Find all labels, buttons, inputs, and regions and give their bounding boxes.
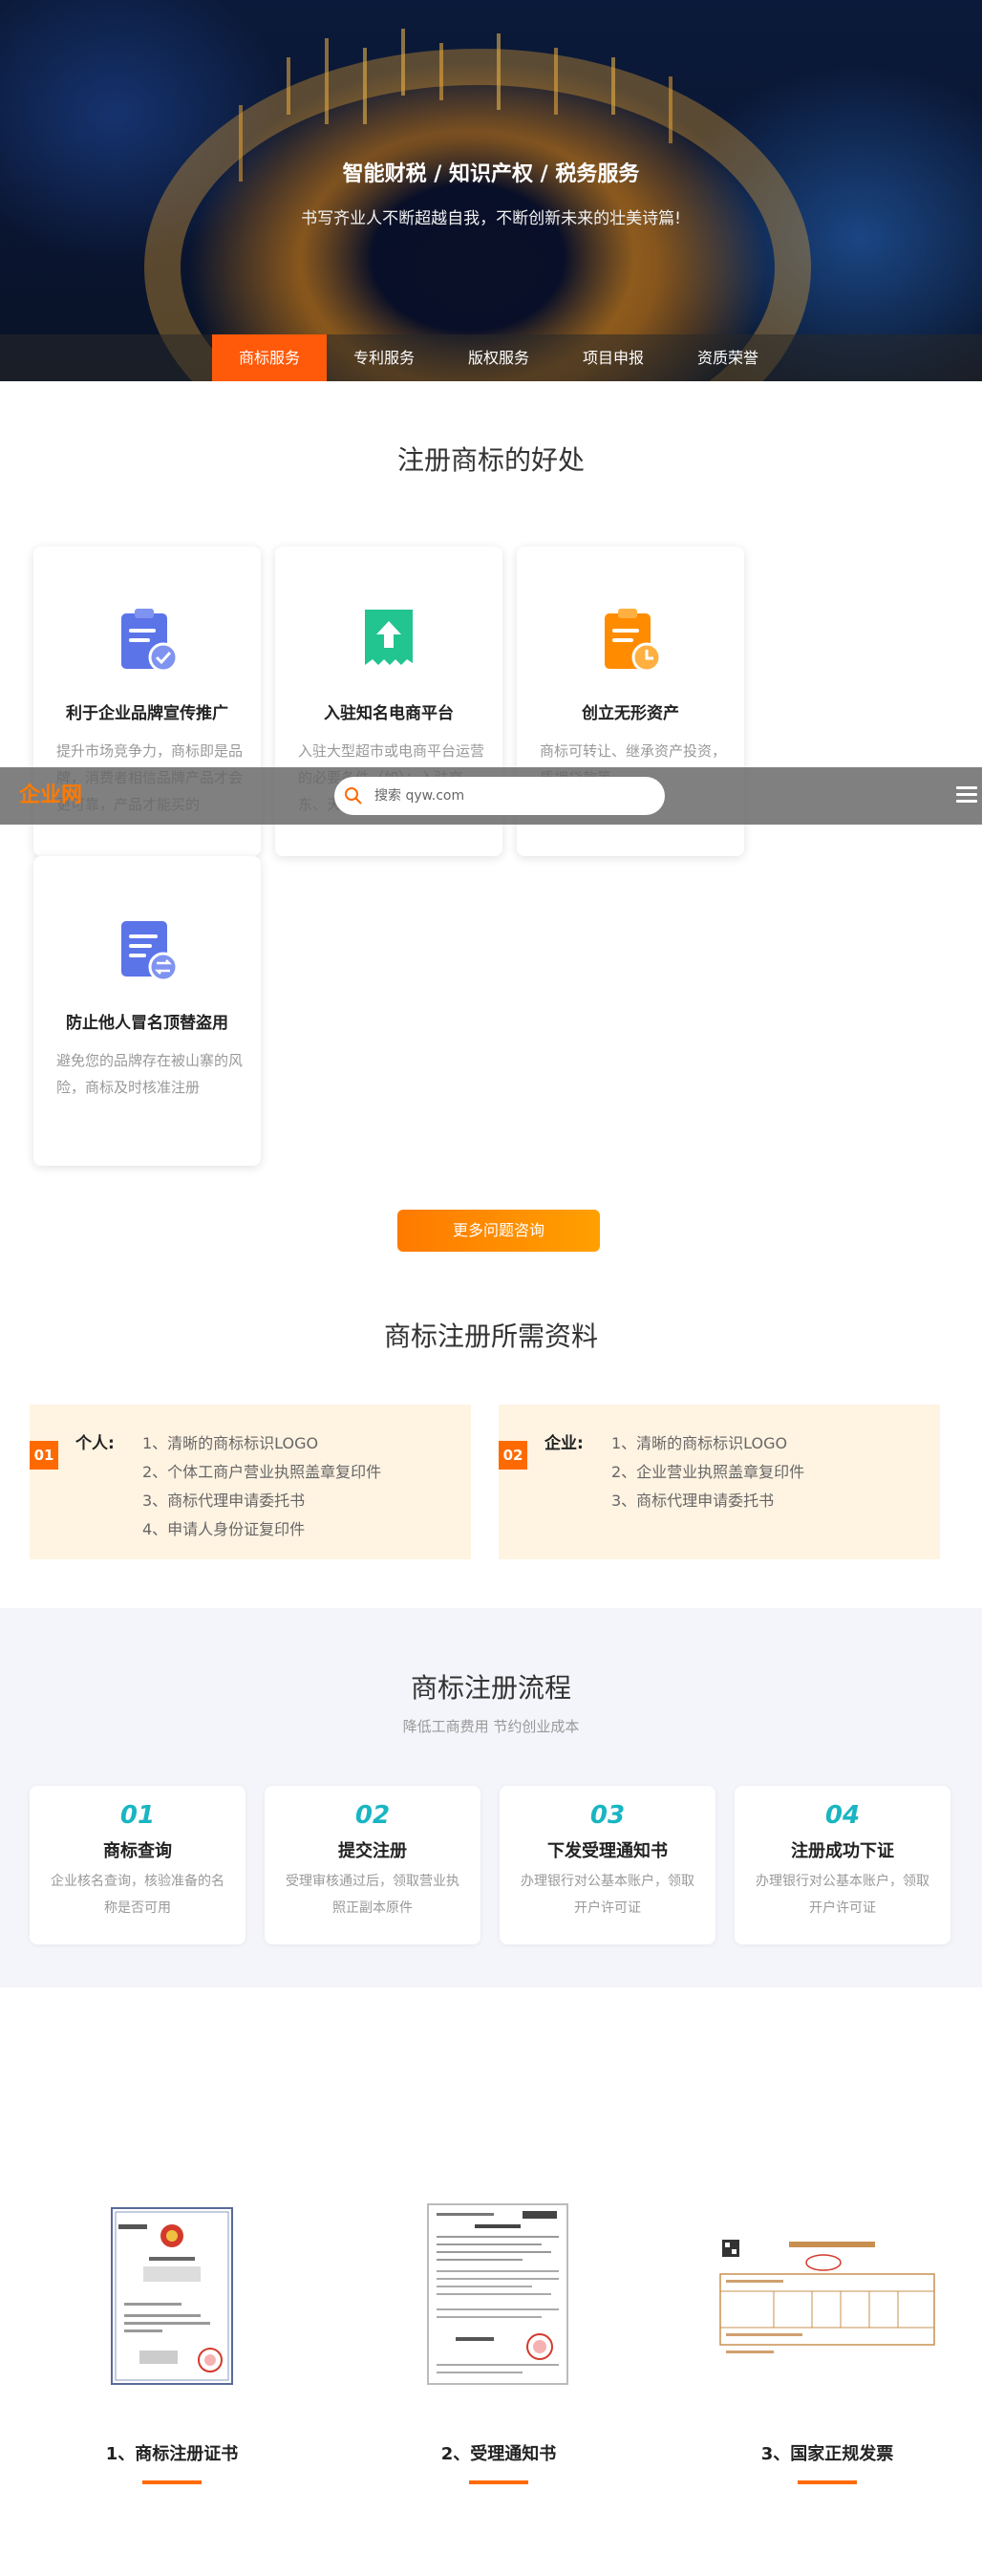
- list-item: 3、商标代理申请委托书: [611, 1492, 775, 1510]
- process-step: 02 提交注册 受理审核通过后，领取营业执照正副本原件: [265, 1786, 480, 1944]
- search-input[interactable]: [374, 777, 651, 815]
- upload-document-icon: [365, 610, 413, 665]
- service-tabs: 商标服务 专利服务 版权服务 项目申报 资质荣誉: [0, 334, 982, 381]
- tab-project[interactable]: 项目申报: [556, 334, 671, 381]
- process-subtitle: 降低工商费用 节约创业成本: [402, 1718, 580, 1735]
- search-box[interactable]: [334, 777, 665, 815]
- process-step: 03 下发受理通知书 办理银行对公基本账户，领取开户许可证: [500, 1786, 715, 1944]
- materials-label: 企业:: [544, 1434, 584, 1453]
- step-title: 下发受理通知书: [547, 1841, 668, 1861]
- step-title: 提交注册: [338, 1841, 407, 1861]
- certificate-image: [111, 2207, 233, 2385]
- hero-background-art: [144, 29, 811, 381]
- list-item: 1、清晰的商标标识LOGO: [611, 1434, 788, 1452]
- materials-list: 1、清晰的商标标识LOGO 2、企业营业执照盖章复印件 3、商标代理申请委托书: [611, 1429, 804, 1515]
- card-desc: 避免您的品牌存在被山寨的风险，商标及时核准注册: [56, 1052, 244, 1096]
- clipboard-clock-icon: [605, 609, 662, 673]
- step-number: 03: [589, 1801, 626, 1830]
- process-step: 04 注册成功下证 办理银行对公基本账户，领取开户许可证: [735, 1786, 950, 1944]
- tab-patent[interactable]: 专利服务: [327, 334, 441, 381]
- benefits-title: 注册商标的好处: [396, 444, 585, 476]
- tab-qualification[interactable]: 资质荣誉: [671, 334, 785, 381]
- step-desc: 办理银行对公基本账户，领取开户许可证: [756, 1874, 929, 1916]
- materials-personal: 01 个人: 1、清晰的商标标识LOGO 2、个体工商户营业执照盖章复印件 3、…: [30, 1405, 471, 1559]
- materials-title: 商标注册所需资料: [383, 1320, 598, 1352]
- list-item: 2、企业营业执照盖章复印件: [611, 1463, 805, 1481]
- step-number: 02: [354, 1801, 391, 1830]
- benefit-card: 防止他人冒名顶替盗用 避免您的品牌存在被山寨的风险，商标及时核准注册: [33, 856, 261, 1166]
- hero-banner: 智能财税 / 知识产权 / 税务服务 书写齐业人不断超越自我，不断创新未来的壮美…: [0, 0, 982, 381]
- list-item: 4、申请人身份证复印件: [142, 1520, 306, 1538]
- acceptance-notice-image: [427, 2203, 568, 2385]
- list-item: 3、商标代理申请委托书: [142, 1492, 306, 1510]
- document-title: 3、国家正规发票: [760, 2444, 894, 2464]
- card-title: 防止他人冒名顶替盗用: [66, 1014, 228, 1033]
- process-title: 商标注册流程: [410, 1672, 571, 1704]
- document-underline: [798, 2480, 857, 2484]
- card-title: 创立无形资产: [582, 704, 679, 723]
- hero-subtitle: 书写齐业人不断超越自我，不断创新未来的壮美诗篇!: [301, 209, 681, 228]
- step-title: 商标查询: [103, 1841, 172, 1861]
- step-desc: 企业核名查询，核验准备的名称是否可用: [51, 1874, 224, 1916]
- sticky-search-bar: 企业网: [0, 767, 982, 825]
- hero-title: 智能财税 / 知识产权 / 税务服务: [342, 162, 640, 186]
- materials-company: 02 企业: 1、清晰的商标标识LOGO 2、企业营业执照盖章复印件 3、商标代…: [499, 1405, 940, 1559]
- materials-badge: 02: [499, 1441, 527, 1470]
- document-exchange-icon: [121, 921, 179, 982]
- document-underline: [142, 2480, 202, 2484]
- materials-label: 个人:: [75, 1434, 115, 1453]
- search-icon[interactable]: [344, 786, 363, 805]
- tab-trademark[interactable]: 商标服务: [212, 334, 327, 381]
- site-logo[interactable]: 企业网: [19, 781, 117, 811]
- document-title: 2、受理通知书: [440, 2444, 557, 2464]
- process-step: 01 商标查询 企业核名查询，核验准备的名称是否可用: [30, 1786, 246, 1944]
- materials-list: 1、清晰的商标标识LOGO 2、个体工商户营业执照盖章复印件 3、商标代理申请委…: [142, 1429, 381, 1544]
- clipboard-check-icon: [121, 609, 179, 673]
- document-underline: [469, 2480, 528, 2484]
- tab-copyright[interactable]: 版权服务: [441, 334, 556, 381]
- document-title: 1、商标注册证书: [105, 2444, 239, 2464]
- step-number: 01: [119, 1801, 156, 1830]
- invoice-image: [716, 2236, 938, 2360]
- step-title: 注册成功下证: [791, 1841, 894, 1861]
- materials-badge: 01: [30, 1441, 58, 1470]
- card-title: 利于企业品牌宣传推广: [66, 704, 228, 723]
- more-questions-button[interactable]: 更多问题咨询: [397, 1210, 600, 1252]
- step-desc: 办理银行对公基本账户，领取开户许可证: [521, 1874, 694, 1916]
- menu-icon[interactable]: [956, 786, 977, 805]
- step-number: 04: [824, 1801, 861, 1830]
- list-item: 2、个体工商户营业执照盖章复印件: [142, 1463, 382, 1481]
- list-item: 1、清晰的商标标识LOGO: [142, 1434, 319, 1452]
- step-desc: 受理审核通过后，领取营业执照正副本原件: [286, 1874, 459, 1916]
- card-title: 入驻知名电商平台: [324, 704, 454, 723]
